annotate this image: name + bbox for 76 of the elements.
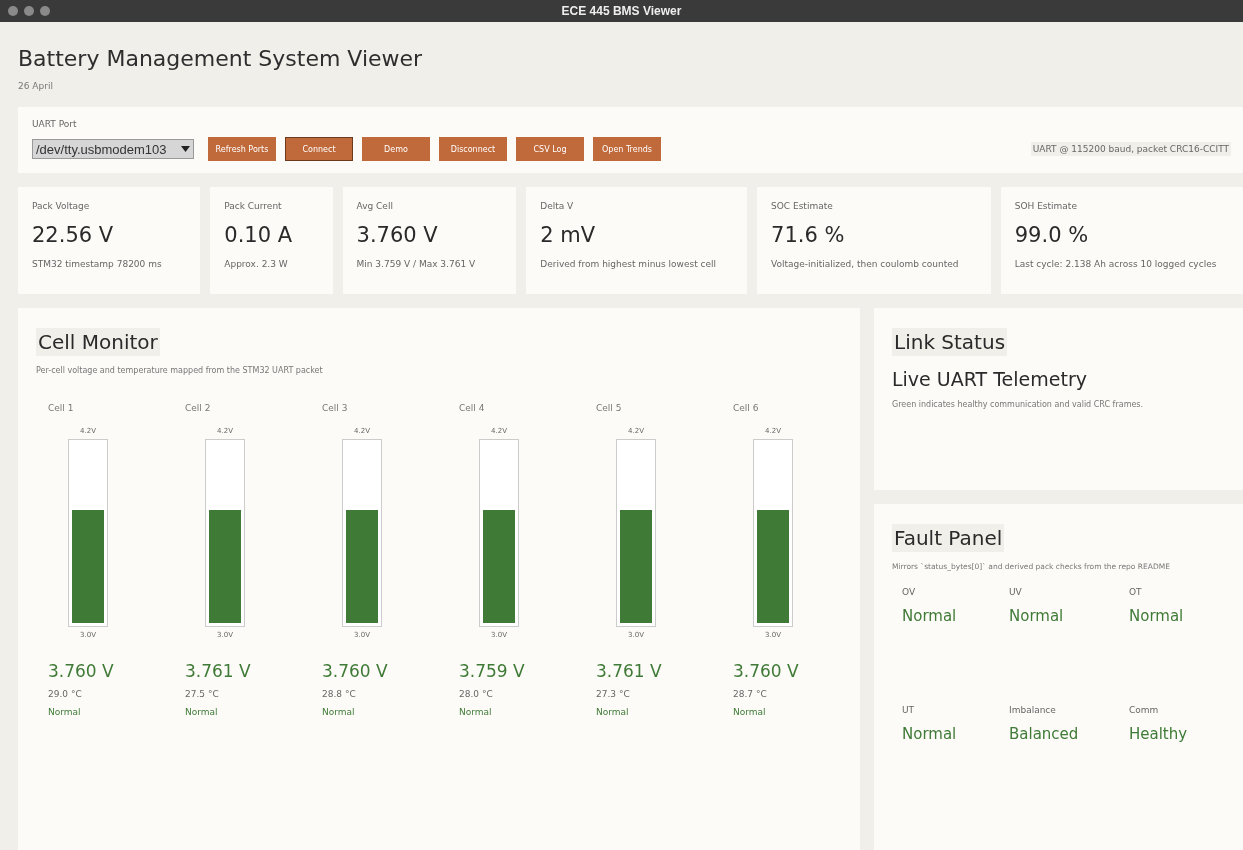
cell-temperature: 28.8 °C: [322, 689, 357, 699]
cell-status: Normal: [596, 707, 630, 717]
cell-voltage: 3.759 V: [459, 661, 526, 681]
cell-name: Cell 3: [322, 403, 349, 413]
cell-name: Cell 6: [733, 403, 760, 413]
metric-value: 71.6 %: [771, 223, 846, 247]
metric-value: 3.760 V: [356, 223, 439, 247]
port-dropdown[interactable]: /dev/tty.usbmodem103: [32, 139, 194, 159]
cell-status: Normal: [733, 707, 767, 717]
fault-value: Normal: [902, 725, 958, 743]
metric-label: SOH Estimate: [1014, 201, 1078, 211]
cell-status: Normal: [185, 707, 219, 717]
fault-label: OT: [1129, 587, 1143, 597]
cell-voltage: 3.760 V: [733, 661, 800, 681]
fault-value: Balanced: [1009, 725, 1080, 743]
metric-label: Pack Voltage: [32, 201, 91, 211]
cell-voltage: 3.760 V: [48, 661, 115, 681]
fault-value: Normal: [1009, 607, 1065, 625]
fault-value: Normal: [1129, 607, 1185, 625]
section-title: Cell Monitor: [36, 328, 160, 356]
toolbar-button[interactable]: CSV Log: [516, 137, 584, 161]
link-info: UART @ 115200 baud, packet CRC16-CCITT: [1030, 142, 1231, 156]
cell-status: Normal: [48, 707, 82, 717]
metric-value: 22.56 V: [32, 223, 115, 247]
metric-value: 0.10 A: [224, 223, 294, 247]
metric-note: Min 3.759 V / Max 3.761 V: [356, 259, 477, 269]
toolbar-button[interactable]: Refresh Ports: [208, 137, 276, 161]
cell-temperature: 28.7 °C: [733, 689, 768, 699]
link-note: Green indicates healthy communication and valid CRC frames.: [892, 400, 1145, 409]
cell-temperature: 27.3 °C: [596, 689, 631, 699]
cell-voltage: 3.761 V: [596, 661, 663, 681]
cell-temperature: 27.5 °C: [185, 689, 220, 699]
metric-label: SOC Estimate: [771, 201, 834, 211]
toolbar-button[interactable]: Demo: [362, 137, 430, 161]
metric-note: Voltage-initialized, then coulomb counted: [771, 259, 960, 269]
window-minimize-dot[interactable]: [24, 6, 34, 16]
section-title: Fault Panel: [892, 524, 1005, 552]
toolbar-button[interactable]: Disconnect: [439, 137, 507, 161]
cell-name: Cell 5: [596, 403, 623, 413]
cell-temperature: 28.0 °C: [459, 689, 494, 699]
caret-icon: [181, 146, 190, 152]
fault-label: OV: [902, 587, 917, 597]
cell-name: Cell 2: [185, 403, 212, 413]
cell-status: Normal: [322, 707, 356, 717]
window-title: ECE 445 BMS Viewer: [561, 4, 682, 18]
fault-label: UV: [1009, 587, 1023, 597]
fault-value: Healthy: [1129, 725, 1189, 743]
fault-label: Imbalance: [1009, 705, 1057, 715]
window-close-dot[interactable]: [8, 6, 18, 16]
cell-voltage: 3.761 V: [185, 661, 252, 681]
fault-label: Comm: [1129, 705, 1160, 715]
window-zoom-dot[interactable]: [40, 6, 50, 16]
cell-name: Cell 1: [48, 403, 75, 413]
fault-value: Normal: [902, 607, 958, 625]
date-label: 26 April: [18, 81, 54, 91]
cell-temperature: 29.0 °C: [48, 689, 83, 699]
section-title: Link Status: [892, 328, 1008, 356]
toolbar-button[interactable]: Open Trends: [593, 137, 661, 161]
cell-status: Normal: [459, 707, 493, 717]
metric-note: Approx. 2.3 W: [224, 259, 289, 269]
metric-value: 99.0 %: [1014, 223, 1090, 247]
metric-label: Pack Current: [224, 201, 283, 211]
metric-label: Avg Cell: [356, 201, 394, 211]
section-subtitle: Per-cell voltage and temperature mapped from the STM32 UART packet: [36, 366, 324, 375]
metric-note: Derived from highest minus lowest cell: [540, 259, 718, 269]
cell-name: Cell 4: [459, 403, 486, 413]
metric-note: Last cycle: 2.138 Ah across 10 logged cycles: [1014, 259, 1218, 269]
cell-voltage: 3.760 V: [322, 661, 389, 681]
fault-label: UT: [902, 705, 916, 715]
toolbar-button[interactable]: Connect: [285, 137, 353, 161]
metric-note: STM32 timestamp 78200 ms: [32, 259, 163, 269]
metric-value: 2 mV: [540, 223, 597, 247]
link-state: Live UART Telemetry: [892, 368, 1088, 390]
metric-label: Delta V: [540, 201, 575, 211]
page-title: Battery Management System Viewer: [18, 46, 424, 71]
port-label: UART Port: [32, 119, 78, 129]
